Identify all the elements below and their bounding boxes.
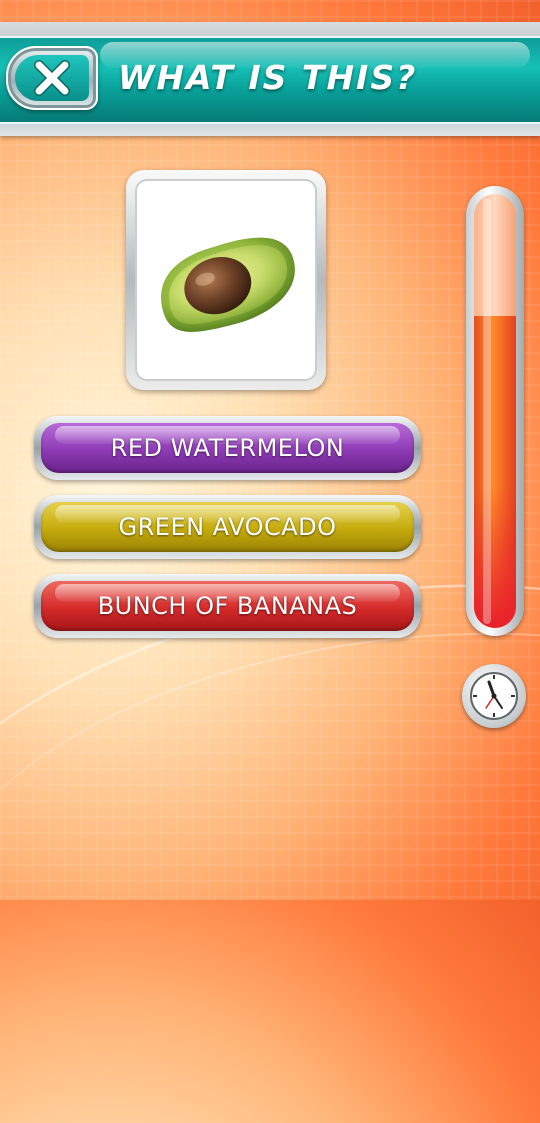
timer-fill	[474, 315, 516, 628]
answer-label: RED WATERMELON	[110, 434, 345, 462]
answer-button-face: RED WATERMELON	[41, 423, 414, 473]
page-title: WHAT IS THIS?	[118, 58, 418, 97]
clock-icon	[462, 664, 526, 728]
timer-bar	[466, 186, 524, 636]
timer-shine	[483, 198, 491, 624]
question-image-card	[126, 170, 326, 390]
answer-button[interactable]: BUNCH OF BANANAS	[34, 574, 421, 638]
close-button-face	[15, 55, 89, 101]
close-x-icon	[34, 60, 70, 96]
timer-glass	[474, 194, 516, 628]
avocado-half-icon	[161, 237, 295, 332]
answer-button[interactable]: GREEN AVOCADO	[34, 495, 421, 559]
answer-button-face: GREEN AVOCADO	[41, 502, 414, 552]
answer-label: BUNCH OF BANANAS	[97, 592, 358, 620]
background-swoosh	[0, 579, 540, 1123]
clock-face	[470, 672, 518, 720]
answer-button-face: BUNCH OF BANANAS	[41, 581, 414, 631]
answer-button[interactable]: RED WATERMELON	[34, 416, 421, 480]
question-image-frame	[135, 179, 317, 381]
answer-label: GREEN AVOCADO	[118, 513, 337, 541]
close-button[interactable]	[6, 46, 98, 110]
